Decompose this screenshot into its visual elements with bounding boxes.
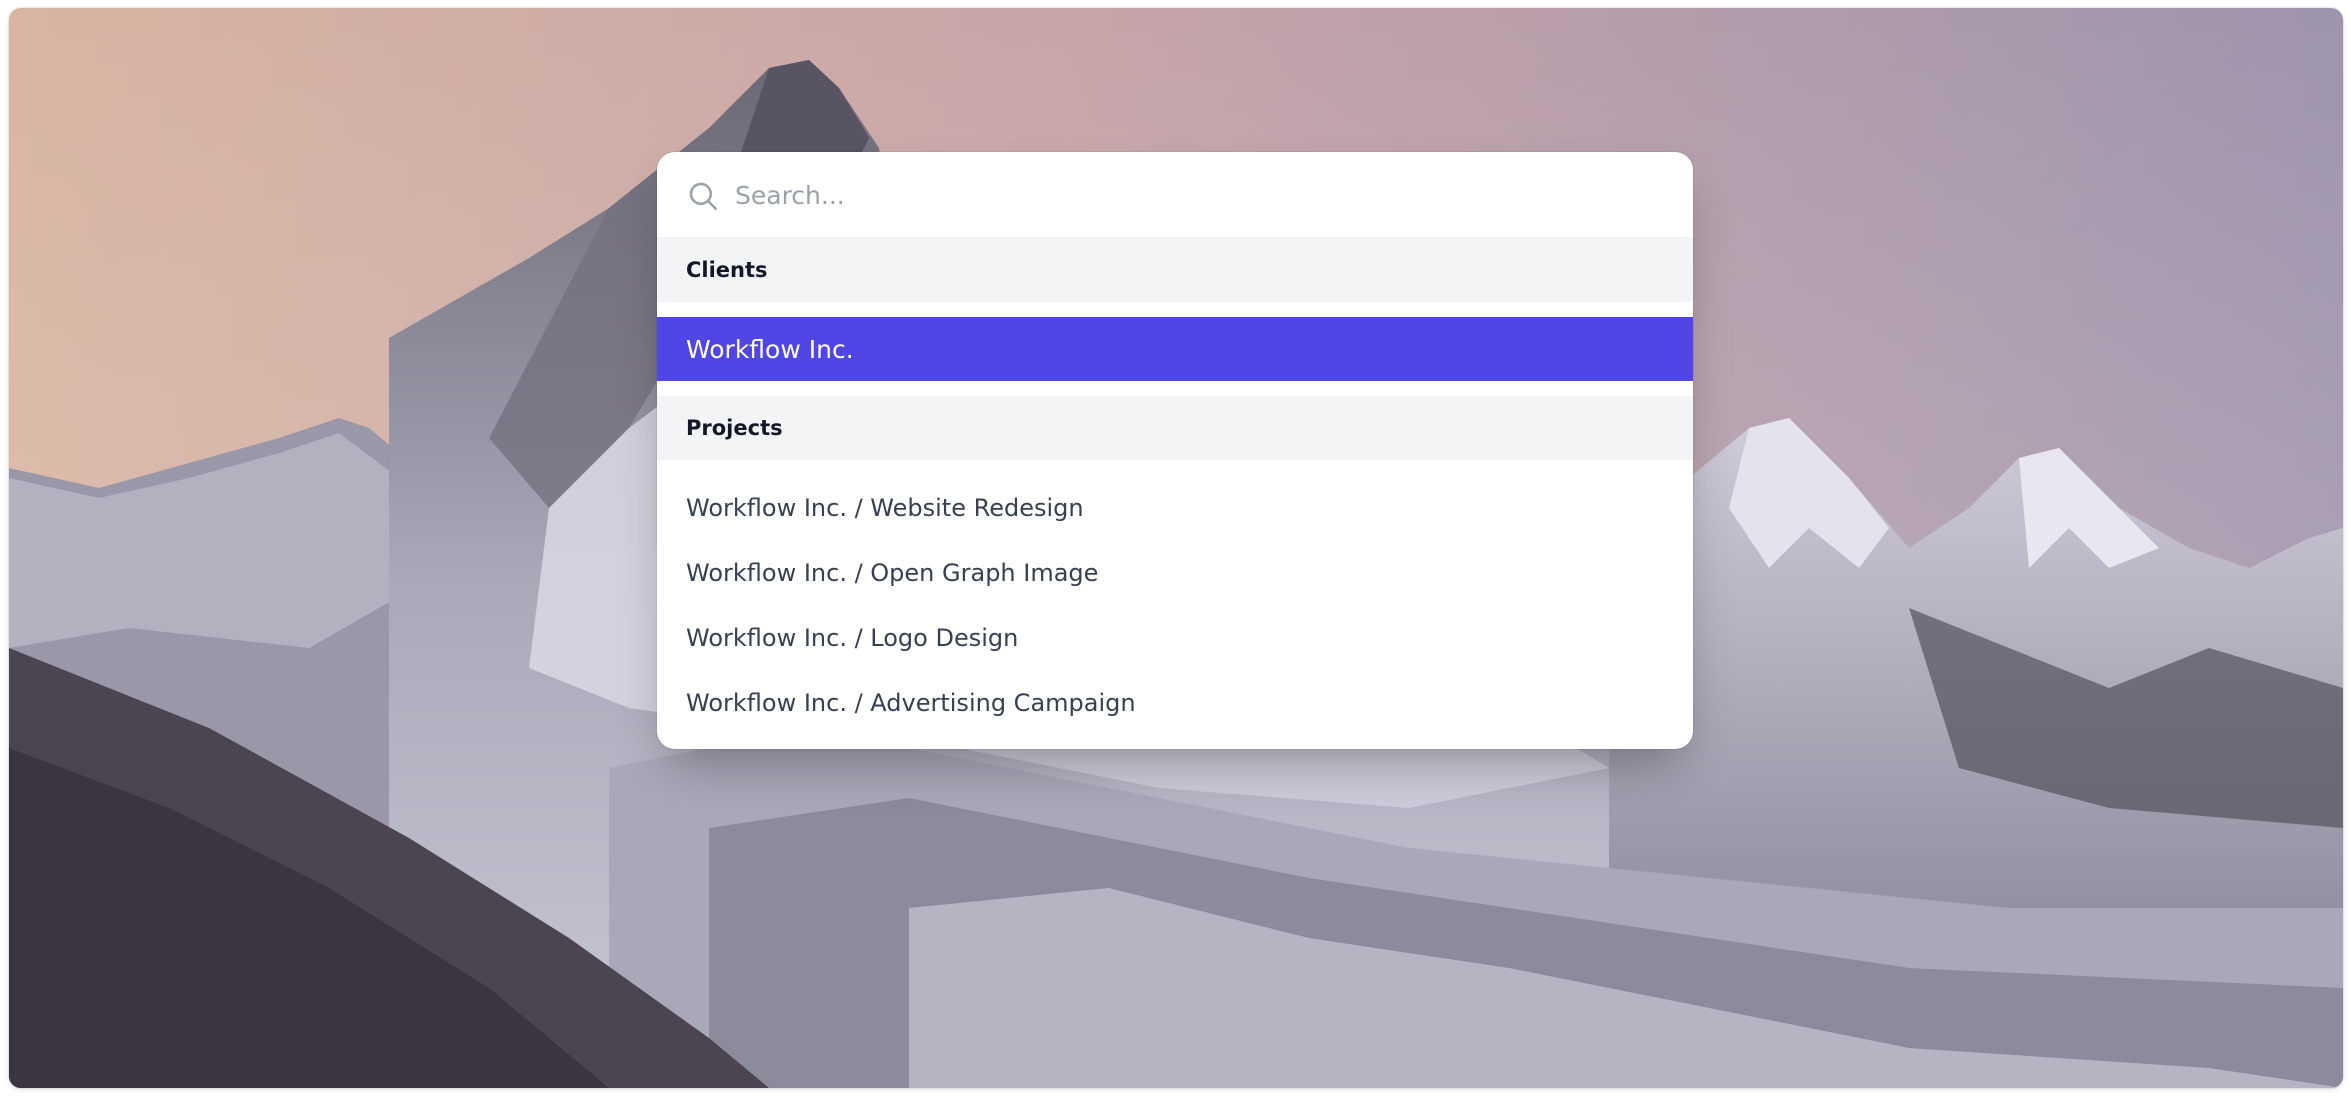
option-project-open-graph-image[interactable]: Workflow Inc. / Open Graph Image xyxy=(657,540,1693,605)
app-window: Clients Workflow Inc. Projects Workflow … xyxy=(9,8,2343,1088)
search-bar xyxy=(657,152,1693,238)
option-project-advertising-campaign[interactable]: Workflow Inc. / Advertising Campaign xyxy=(657,670,1693,735)
option-client-workflow-inc[interactable]: Workflow Inc. xyxy=(657,317,1693,381)
projects-list: Workflow Inc. / Website Redesign Workflo… xyxy=(657,460,1693,735)
option-project-website-redesign[interactable]: Workflow Inc. / Website Redesign xyxy=(657,475,1693,540)
command-palette: Clients Workflow Inc. Projects Workflow … xyxy=(657,152,1693,749)
group-heading-projects: Projects xyxy=(657,396,1693,460)
group-heading-clients: Clients xyxy=(657,238,1693,302)
search-icon xyxy=(689,182,718,211)
option-project-logo-design[interactable]: Workflow Inc. / Logo Design xyxy=(657,605,1693,670)
search-input[interactable] xyxy=(735,172,1655,218)
